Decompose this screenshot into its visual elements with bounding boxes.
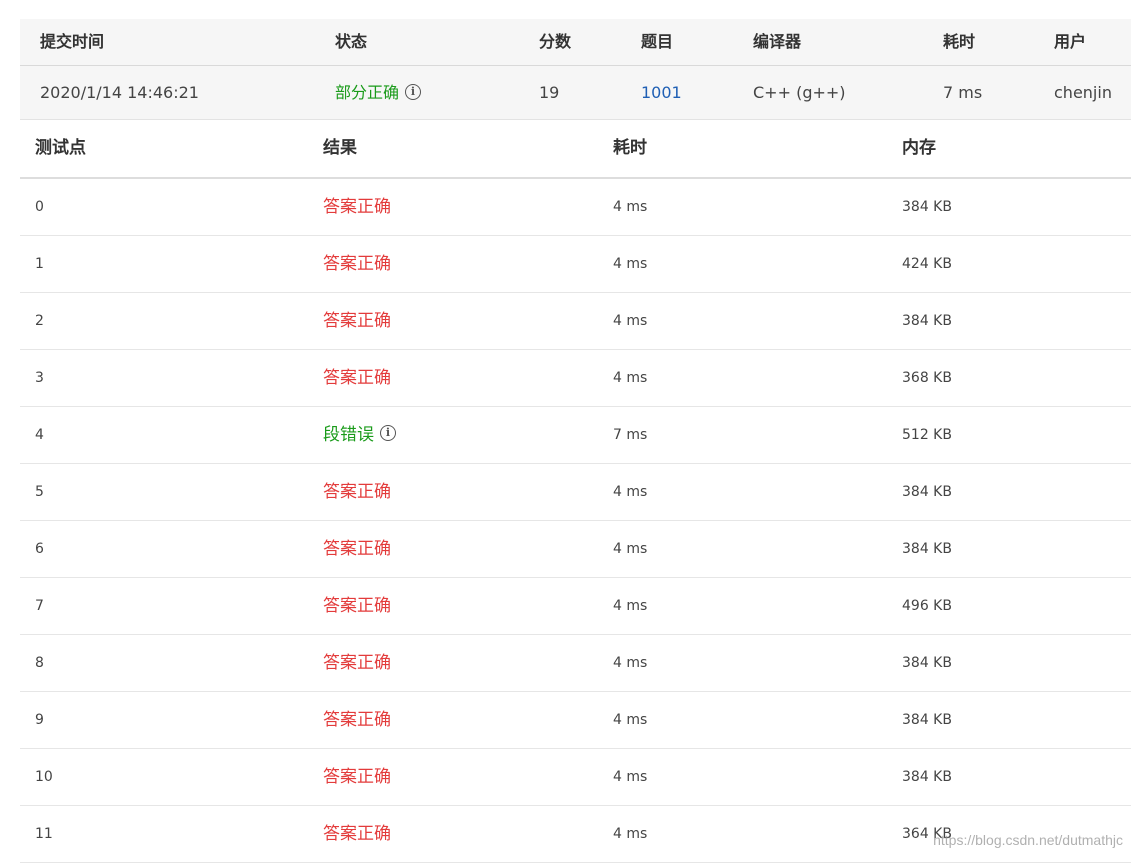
result-label: 答案正确	[323, 254, 391, 274]
testcase-result: 答案正确	[323, 692, 391, 748]
result-label: 答案正确	[323, 368, 391, 388]
testcase-result: 答案正确	[323, 578, 391, 634]
testcase-result: 答案正确	[323, 806, 391, 862]
testcase-result: 段错误 i	[323, 407, 396, 463]
result-label: 答案正确	[323, 197, 391, 217]
result-label: 答案正确	[323, 767, 391, 787]
table-row: 9 答案正确 4 ms 384 KB	[20, 692, 1131, 749]
testcase-id: 3	[35, 370, 44, 386]
testcase-memory: 368 KB	[902, 370, 952, 386]
header-compiler: 编译器	[753, 32, 802, 51]
testcase-result: 答案正确	[323, 464, 391, 520]
table-row: 3 答案正确 4 ms 368 KB	[20, 350, 1131, 407]
header-result: 结果	[323, 138, 357, 158]
testcase-cost: 4 ms	[613, 199, 648, 215]
submission-cost: 7 ms	[943, 83, 983, 102]
table-row: 2 答案正确 4 ms 384 KB	[20, 293, 1131, 350]
table-row: 6 答案正确 4 ms 384 KB	[20, 521, 1131, 578]
info-circle-icon[interactable]: i	[380, 425, 396, 441]
submission-row: 2020/1/14 14:46:21 部分正确 i 19 1001 C++ (g+…	[20, 66, 1131, 120]
submission-status: 部分正确 i	[335, 66, 422, 119]
testcase-result: 答案正确	[323, 521, 391, 577]
result-label: 答案正确	[323, 824, 391, 844]
testcase-header-row: 测试点 结果 耗时 内存	[20, 120, 1131, 179]
testcase-cost: 4 ms	[613, 256, 648, 272]
testcase-id: 0	[35, 199, 44, 215]
result-label: 答案正确	[323, 596, 391, 616]
problem-link[interactable]: 1001	[641, 66, 682, 119]
table-row: 5 答案正确 4 ms 384 KB	[20, 464, 1131, 521]
testcase-cost: 7 ms	[613, 427, 648, 443]
table-row: 4 段错误 i 7 ms 512 KB	[20, 407, 1131, 464]
testcase-cost: 4 ms	[613, 769, 648, 785]
testcase-id: 4	[35, 427, 44, 443]
testcase-id: 2	[35, 313, 44, 329]
testcase-cost: 4 ms	[613, 826, 648, 842]
testcase-rows: 0 答案正确 4 ms 384 KB 1 答案正确 4 ms 424 KB 2 答案正确 4 ms 3…	[20, 179, 1131, 863]
testcase-memory: 384 KB	[902, 199, 952, 215]
testcase-cost: 4 ms	[613, 712, 648, 728]
result-label: 答案正确	[323, 539, 391, 559]
testcase-memory: 384 KB	[902, 541, 952, 557]
submission-score: 19	[539, 83, 560, 102]
table-row: 7 答案正确 4 ms 496 KB	[20, 578, 1131, 635]
testcase-id: 8	[35, 655, 44, 671]
table-row: 1 答案正确 4 ms 424 KB	[20, 236, 1131, 293]
testcase-result: 答案正确	[323, 635, 391, 691]
testcase-cost: 4 ms	[613, 541, 648, 557]
watermark: https://blog.csdn.net/dutmathjc	[933, 832, 1123, 848]
testcase-id: 5	[35, 484, 44, 500]
testcase-id: 10	[35, 769, 53, 785]
result-label: 答案正确	[323, 311, 391, 331]
result-label: 答案正确	[323, 710, 391, 730]
testcase-cost: 4 ms	[613, 655, 648, 671]
header-score: 分数	[539, 32, 572, 51]
testcase-memory: 384 KB	[902, 712, 952, 728]
testcase-cost: 4 ms	[613, 598, 648, 614]
table-row: 8 答案正确 4 ms 384 KB	[20, 635, 1131, 692]
testcase-memory: 424 KB	[902, 256, 952, 272]
table-row: 10 答案正确 4 ms 384 KB	[20, 749, 1131, 806]
result-label: 答案正确	[323, 653, 391, 673]
header-status: 状态	[335, 32, 368, 51]
testcase-cost: 4 ms	[613, 313, 648, 329]
testcase-table: 测试点 结果 耗时 内存 0 答案正确 4 ms 384 KB 1 答案正确 4 ms 424…	[20, 120, 1131, 863]
header-case-cost: 耗时	[613, 138, 647, 158]
submission-table: 提交时间 状态 分数 题目 编译器 耗时 用户 2020/1/14 14:46:…	[20, 19, 1131, 120]
header-user: 用户	[1054, 32, 1087, 51]
header-cost: 耗时	[943, 32, 976, 51]
testcase-result: 答案正确	[323, 293, 391, 349]
testcase-memory: 512 KB	[902, 427, 952, 443]
testcase-result: 答案正确	[323, 350, 391, 406]
testcase-result: 答案正确	[323, 236, 391, 292]
header-memory: 内存	[902, 138, 936, 158]
testcase-memory: 384 KB	[902, 484, 952, 500]
testcase-memory: 384 KB	[902, 655, 952, 671]
result-label: 答案正确	[323, 482, 391, 502]
testcase-id: 11	[35, 826, 53, 842]
header-testcase: 测试点	[35, 138, 86, 158]
status-label: 部分正确	[335, 83, 400, 102]
submission-header-row: 提交时间 状态 分数 题目 编译器 耗时 用户	[20, 19, 1131, 66]
testcase-cost: 4 ms	[613, 484, 648, 500]
testcase-memory: 496 KB	[902, 598, 952, 614]
header-problem: 题目	[641, 32, 674, 51]
testcase-memory: 384 KB	[902, 313, 952, 329]
testcase-id: 7	[35, 598, 44, 614]
testcase-result: 答案正确	[323, 749, 391, 805]
info-circle-icon[interactable]: i	[405, 83, 422, 100]
testcase-id: 1	[35, 256, 44, 272]
submission-compiler: C++ (g++)	[753, 83, 846, 102]
table-row: 0 答案正确 4 ms 384 KB	[20, 179, 1131, 236]
submission-user: chenjin	[1054, 83, 1112, 102]
testcase-memory: 384 KB	[902, 769, 952, 785]
testcase-id: 6	[35, 541, 44, 557]
testcase-cost: 4 ms	[613, 370, 648, 386]
submit-time: 2020/1/14 14:46:21	[40, 83, 199, 102]
testcase-result: 答案正确	[323, 179, 391, 235]
testcase-id: 9	[35, 712, 44, 728]
header-submit-time: 提交时间	[40, 32, 105, 51]
result-label: 段错误	[323, 425, 374, 445]
